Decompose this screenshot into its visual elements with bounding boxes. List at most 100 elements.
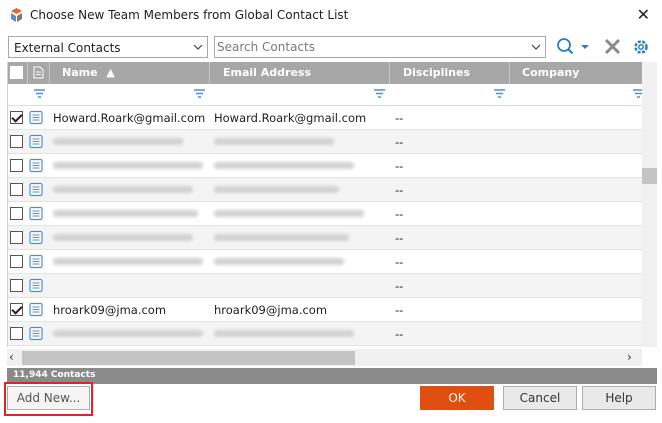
table-row[interactable]: -- <box>8 130 642 154</box>
redacted-name <box>53 258 203 265</box>
column-label-name: Name <box>62 66 98 79</box>
contact-card-icon[interactable] <box>29 182 43 197</box>
toolbar: External Contacts <box>0 34 662 60</box>
redacted-name <box>53 186 193 193</box>
column-header-disciplines[interactable]: Disciplines <box>390 62 510 84</box>
contact-disciplines: -- <box>395 279 404 293</box>
grid-header: Name ▲ Email Address Disciplines Company <box>8 62 642 84</box>
chevron-down-icon <box>193 44 203 50</box>
redacted-name <box>53 138 183 145</box>
select-all-checkbox[interactable] <box>10 66 23 79</box>
window-title: Choose New Team Members from Global Cont… <box>30 8 349 22</box>
row-checkbox[interactable] <box>10 183 23 196</box>
vertical-scroll-thumb[interactable] <box>642 168 657 184</box>
contact-card-icon[interactable] <box>29 158 43 173</box>
vertical-scrollbar[interactable] <box>642 62 657 347</box>
table-row[interactable]: -- <box>8 226 642 250</box>
redacted-email <box>214 138 334 145</box>
row-checkbox[interactable] <box>10 231 23 244</box>
scroll-left-icon[interactable]: ‹ <box>9 350 14 364</box>
cancel-button[interactable]: Cancel <box>503 386 577 410</box>
contact-card-icon[interactable] <box>29 206 43 221</box>
contact-card-icon[interactable] <box>29 230 43 245</box>
redacted-email <box>214 330 354 337</box>
document-icon <box>33 66 44 79</box>
gear-icon[interactable] <box>630 37 652 57</box>
column-label-email: Email Address <box>223 66 312 79</box>
contact-card-icon[interactable] <box>29 326 43 341</box>
contact-disciplines: -- <box>395 327 404 341</box>
horizontal-scrollbar[interactable]: ‹ › <box>7 349 642 366</box>
title-bar: Choose New Team Members from Global Cont… <box>0 0 662 32</box>
table-row[interactable]: -- <box>8 322 642 346</box>
filter-icon[interactable] <box>34 89 45 100</box>
row-checkbox[interactable] <box>10 327 23 340</box>
contact-card-icon[interactable] <box>29 278 43 293</box>
row-checkbox[interactable] <box>10 207 23 220</box>
contact-disciplines: -- <box>395 231 404 245</box>
table-row[interactable]: -- <box>8 154 642 178</box>
close-icon[interactable]: ✕ <box>637 5 650 24</box>
contact-disciplines: -- <box>395 303 404 317</box>
redacted-email <box>214 210 364 217</box>
contact-email: hroark09@jma.com <box>214 303 328 317</box>
filter-icon[interactable] <box>633 89 642 100</box>
chevron-down-icon[interactable] <box>531 40 541 54</box>
column-header-email[interactable]: Email Address <box>210 62 390 84</box>
redacted-email <box>214 258 344 265</box>
row-checkbox[interactable] <box>10 159 23 172</box>
app-logo-icon <box>11 8 22 22</box>
redacted-name <box>53 210 198 217</box>
help-button[interactable]: Help <box>582 386 656 410</box>
column-header-name[interactable]: Name ▲ <box>50 62 210 84</box>
row-checkbox[interactable] <box>10 135 23 148</box>
row-checkbox[interactable] <box>10 255 23 268</box>
column-label-disciplines: Disciplines <box>403 66 470 79</box>
search-icon[interactable] <box>555 37 577 57</box>
table-row[interactable]: -- <box>8 202 642 226</box>
contact-card-icon[interactable] <box>29 134 43 149</box>
contact-name: hroark09@jma.com <box>53 303 167 317</box>
redacted-name <box>53 162 203 169</box>
contact-card-icon[interactable] <box>29 302 43 317</box>
row-checkbox[interactable] <box>10 279 23 292</box>
search-field[interactable] <box>214 36 546 58</box>
column-header-company[interactable]: Company <box>510 62 642 84</box>
filter-icon[interactable] <box>374 89 385 100</box>
contact-disciplines: -- <box>395 111 404 125</box>
sort-ascending-icon: ▲ <box>106 66 115 79</box>
clear-icon[interactable] <box>602 37 624 57</box>
redacted-email <box>214 162 354 169</box>
table-row[interactable]: -- <box>8 274 642 298</box>
status-bar: 11,944 Contacts <box>7 368 657 384</box>
ok-button[interactable]: OK <box>420 386 494 410</box>
row-checkbox[interactable] <box>10 111 23 124</box>
card-column-header <box>28 62 50 84</box>
horizontal-scroll-thumb[interactable] <box>22 351 355 365</box>
add-new-button[interactable]: Add New... <box>7 386 90 410</box>
contact-email: Howard.Roark@gmail.com <box>214 111 367 125</box>
search-options-icon[interactable] <box>578 37 592 57</box>
select-all-cell <box>8 62 28 84</box>
scroll-right-icon[interactable]: › <box>627 350 632 364</box>
table-row[interactable]: Howard.Roark@gmail.com Howard.Roark@gmail… <box>8 106 642 130</box>
redacted-email <box>214 234 349 241</box>
redacted-name <box>53 330 203 337</box>
row-checkbox[interactable] <box>10 303 23 316</box>
contact-source-select[interactable]: External Contacts <box>8 36 208 58</box>
contact-source-value: External Contacts <box>14 41 121 55</box>
table-row[interactable]: -- <box>8 250 642 274</box>
contact-disciplines: -- <box>395 183 404 197</box>
table-row[interactable] <box>8 346 642 347</box>
table-row[interactable]: -- <box>8 178 642 202</box>
table-row[interactable]: hroark09@jma.com hroark09@jma.com -- <box>8 298 642 322</box>
contact-count: 11,944 Contacts <box>13 370 96 380</box>
filter-icon[interactable] <box>494 89 505 100</box>
contact-disciplines: -- <box>395 135 404 149</box>
contact-disciplines: -- <box>395 207 404 221</box>
contact-disciplines: -- <box>395 255 404 269</box>
filter-icon[interactable] <box>194 89 205 100</box>
contact-card-icon[interactable] <box>29 254 43 269</box>
contact-card-icon[interactable] <box>29 110 43 125</box>
search-input[interactable] <box>217 39 517 55</box>
